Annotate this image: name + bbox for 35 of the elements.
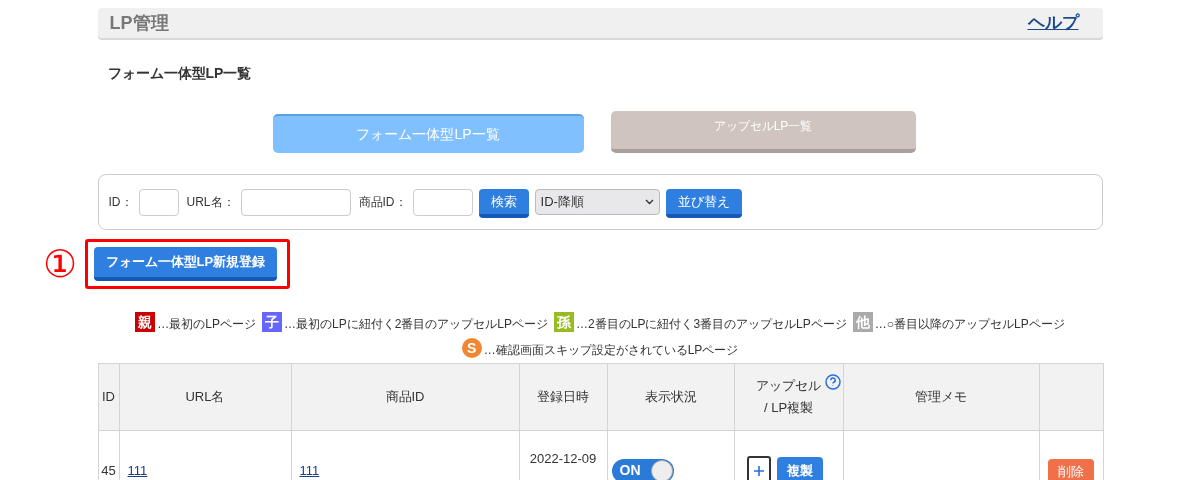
- search-button[interactable]: 検索: [478, 189, 529, 218]
- column-header: 登録日時: [519, 363, 607, 431]
- legend-text: …最初のLPに紐付く2番目のアップセルLPページ: [284, 316, 549, 333]
- column-header: ID: [98, 363, 119, 431]
- product-id-link[interactable]: 111: [299, 462, 320, 478]
- annotation-number: ①: [42, 245, 77, 283]
- page-title: LP管理: [109, 11, 169, 35]
- url-name-link[interactable]: 111: [127, 462, 148, 478]
- legend-badge: S: [461, 338, 482, 358]
- legend-text: …最初のLPページ: [157, 316, 256, 333]
- delete-button[interactable]: 削除: [1048, 458, 1094, 480]
- display-toggle[interactable]: ON: [611, 458, 674, 480]
- field-label: ID：: [108, 194, 133, 211]
- legend-badge: 親: [135, 312, 156, 332]
- sort-select[interactable]: ID-降順: [534, 189, 660, 215]
- duplicate-button[interactable]: 複製: [776, 456, 823, 480]
- column-header-text: アップセル / LP複製: [756, 377, 821, 417]
- column-header: URL名: [119, 363, 291, 431]
- legend-text: …確認画面スキップ設定がされているLPページ: [483, 342, 739, 359]
- column-header: 商品ID: [291, 363, 519, 431]
- help-link[interactable]: ヘルプ: [1027, 10, 1079, 36]
- legend-badge: 孫: [554, 312, 575, 332]
- section-title: フォーム一体型LP一覧: [107, 64, 253, 83]
- sort-button[interactable]: 並び替え: [665, 189, 742, 218]
- column-header: 管理メモ: [843, 363, 1039, 431]
- id-cell: 45: [98, 430, 119, 480]
- legend-text: …○番目以降のアップセルLPページ: [874, 316, 1065, 333]
- field-label: URL名：: [186, 194, 235, 211]
- column-header: 表示状況: [607, 363, 734, 431]
- new-lp-button[interactable]: フォーム一体型LP新規登録: [93, 247, 278, 281]
- legend-text: …2番目のLPに紐付く3番目のアップセルLPページ: [576, 316, 847, 333]
- registered-date: 2022-12-09: [529, 451, 597, 466]
- legend-badge: 他: [852, 312, 873, 332]
- legend-badge: 子: [262, 312, 282, 332]
- field-label: 商品ID：: [358, 194, 407, 211]
